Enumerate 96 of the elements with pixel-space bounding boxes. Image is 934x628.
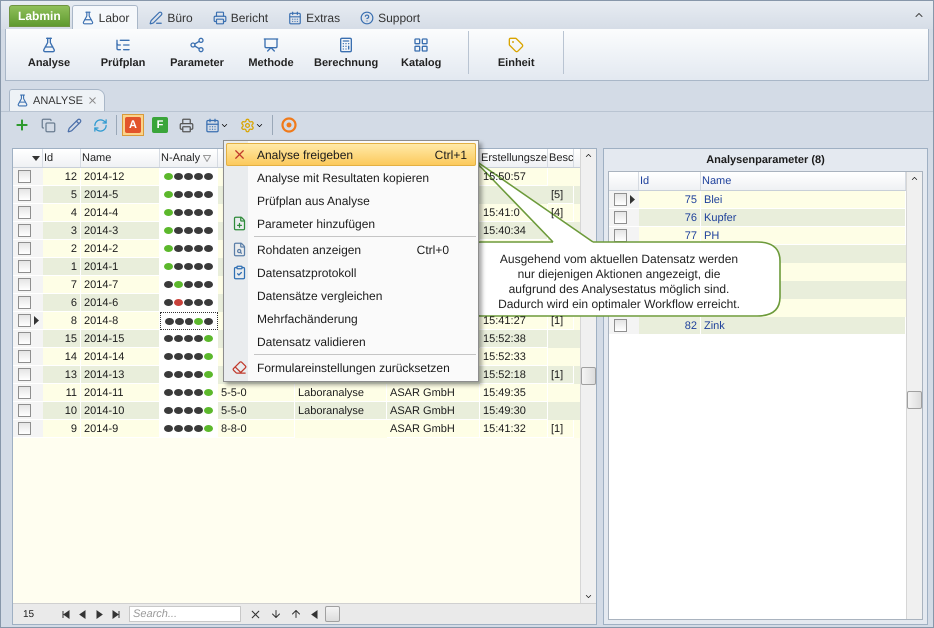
- menu-item[interactable]: Prüfplan aus Analyse: [226, 189, 476, 212]
- menu-item[interactable]: Parameter hinzufügen: [226, 212, 476, 235]
- ribbon-button[interactable]: Parameter: [160, 31, 234, 74]
- column-header[interactable]: Name: [82, 152, 112, 164]
- table-cell: 2014-7: [84, 278, 118, 290]
- table-cell: 12: [64, 170, 77, 182]
- table-cell: 2014-2: [84, 242, 118, 254]
- table-cell: Blei: [704, 194, 722, 206]
- table-cell: 2014-11: [84, 386, 124, 398]
- table-cell: [1]: [551, 314, 564, 326]
- table-cell: 2: [70, 242, 77, 254]
- table-cell: 75: [684, 194, 697, 206]
- record-count: 15: [23, 608, 36, 620]
- menu-item[interactable]: Datensatzprotokoll: [226, 261, 476, 284]
- table-cell: Laboranalyse: [298, 386, 364, 398]
- table-cell: 2014-12: [84, 170, 124, 182]
- panel-title: Analysenparameter (8): [706, 154, 825, 166]
- table-cell: 2014-8: [84, 314, 118, 326]
- table-cell: 6: [70, 296, 77, 308]
- ribbon-tab[interactable]: Labor: [72, 5, 138, 29]
- table-cell: ASAR GmbH: [390, 404, 455, 416]
- table-cell: 9: [70, 422, 77, 434]
- table-cell: 2014-1: [84, 260, 118, 272]
- table-cell: 2014-13: [84, 368, 124, 380]
- menu-item[interactable]: Datensätze vergleichen: [226, 284, 476, 307]
- tab-label: ANALYSE: [33, 94, 83, 106]
- table-cell: [1]: [551, 422, 564, 434]
- column-header[interactable]: Name: [702, 175, 732, 187]
- column-header[interactable]: Erstellungsze: [481, 152, 547, 164]
- table-cell: 3: [70, 224, 77, 236]
- ribbon-tab[interactable]: Bericht: [204, 5, 278, 29]
- table-cell: 7: [70, 278, 77, 290]
- table-cell: 2014-9: [84, 422, 118, 434]
- table-cell: 1: [70, 260, 77, 272]
- column-header[interactable]: Id: [640, 175, 650, 187]
- ribbon-button[interactable]: Katalog: [384, 31, 458, 74]
- table-cell: 13: [64, 368, 77, 380]
- menu-item[interactable]: Mehrfachänderung: [226, 307, 476, 330]
- menu-item[interactable]: Formulareinstellungen zurücksetzen: [226, 356, 476, 379]
- table-cell: 2014-6: [84, 296, 118, 308]
- table-cell: 15:52:18: [483, 368, 526, 380]
- ribbon-button[interactable]: Prüfplan: [86, 31, 160, 74]
- ribbon-button[interactable]: Analyse: [12, 31, 86, 74]
- menu-item[interactable]: Analyse mit Resultaten kopieren: [226, 166, 476, 189]
- table-cell: ASAR GmbH: [390, 386, 455, 398]
- table-cell: 5: [70, 188, 77, 200]
- table-cell: 15:41:32: [483, 422, 526, 434]
- ribbon-tab[interactable]: Extras: [279, 5, 350, 29]
- table-cell: [4]: [551, 206, 564, 218]
- ribbon-button[interactable]: Berechnung: [308, 31, 384, 74]
- table-cell: 5-5-0: [221, 404, 247, 416]
- column-header[interactable]: Id: [44, 152, 54, 164]
- ribbon-button[interactable]: Methode: [234, 31, 308, 74]
- letter-button[interactable]: A: [122, 114, 144, 136]
- menu-item[interactable]: Analyse freigeben Ctrl+1: [226, 143, 476, 166]
- table-cell: 15:52:33: [483, 350, 526, 362]
- table-cell: 5-5-0: [221, 386, 247, 398]
- menu-item[interactable]: Rohdaten anzeigen Ctrl+0: [226, 238, 476, 261]
- table-cell: 10: [64, 404, 77, 416]
- table-cell: [1]: [551, 368, 564, 380]
- document-tab[interactable]: ANALYSE: [9, 89, 105, 111]
- table-cell: 2014-5: [84, 188, 118, 200]
- table-cell: PH: [704, 230, 720, 242]
- table-cell: Zink: [704, 320, 725, 332]
- table-cell: 2014-14: [84, 350, 124, 362]
- table-cell: Laboranalyse: [298, 404, 364, 416]
- table-cell: 76: [684, 212, 697, 224]
- table-cell: 77: [684, 230, 697, 242]
- table-cell: 15:41:27: [483, 314, 526, 326]
- table-cell: 15:49:30: [483, 404, 526, 416]
- table-cell: 15:49:35: [483, 386, 526, 398]
- table-cell: 14: [64, 350, 77, 362]
- table-cell: 15:41:0: [483, 206, 520, 218]
- table-cell: 4: [70, 206, 77, 218]
- table-cell: 8: [70, 314, 77, 326]
- table-cell: 15:52:38: [483, 332, 526, 344]
- ribbon-button[interactable]: Einheit: [479, 31, 554, 74]
- column-header[interactable]: N-Analy: [161, 152, 200, 164]
- table-cell: [5]: [551, 188, 564, 200]
- table-cell: ASAR GmbH: [390, 422, 455, 434]
- table-cell: 2014-4: [84, 206, 118, 218]
- search-field[interactable]: Search...: [129, 606, 241, 622]
- ribbon-tab[interactable]: Support: [351, 5, 430, 29]
- table-cell: 2014-15: [84, 332, 124, 344]
- tooltip-text: Ausgehend vom aktuellen Datensatz werden nur diejenigen Aktionen angezeigt, die aufgrund des Analysestatus möglich sind. Dadurch wird ein optimaler Workflow erreicht.: [497, 252, 741, 312]
- column-header[interactable]: Besc: [549, 152, 573, 164]
- menu-item[interactable]: Datensatz validieren: [226, 330, 476, 353]
- table-cell: 2014-3: [84, 224, 118, 236]
- table-cell: 11: [66, 386, 77, 398]
- table-cell: 82: [684, 320, 697, 332]
- table-cell: 15: [64, 332, 77, 344]
- table-cell: 8-8-0: [221, 422, 247, 434]
- ribbon-tab[interactable]: Büro: [140, 5, 202, 29]
- table-cell: 15:40:34: [483, 224, 526, 236]
- table-cell: 2014-10: [84, 404, 124, 416]
- table-cell: Kupfer: [704, 212, 736, 224]
